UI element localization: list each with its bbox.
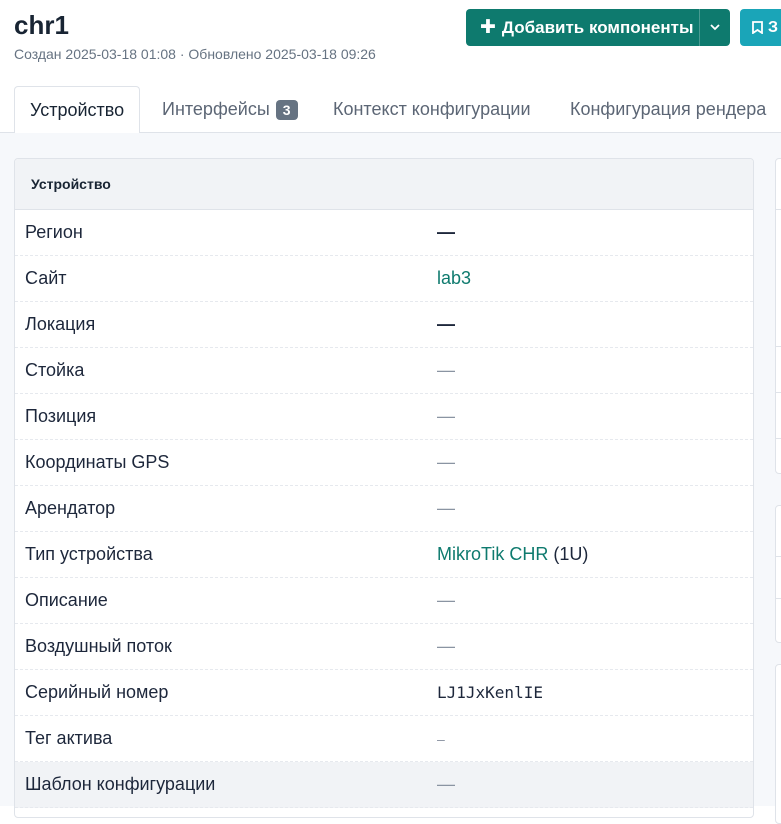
table-row: Стойка —: [15, 348, 753, 394]
tab-interfaces-label: Интерфейсы: [162, 99, 270, 119]
side-card-partial: [775, 158, 781, 474]
row-value: —: [437, 222, 455, 242]
row-value: —: [437, 774, 455, 794]
row-label: Регион: [25, 222, 83, 242]
row-label: Локация: [25, 314, 96, 334]
device-type-link[interactable]: MikroTik CHR: [437, 544, 548, 564]
row-label: Арендатор: [25, 498, 116, 518]
device-card-header: Устройство: [15, 159, 753, 210]
row-label: Серийный номер: [25, 682, 169, 702]
device-card: Устройство Регион — Сайт lab3 Локация — …: [14, 158, 754, 818]
page-title: chr1: [14, 10, 69, 40]
table-row: Воздушный поток —: [15, 624, 753, 670]
row-label: Координаты GPS: [25, 452, 170, 472]
side-card-partial: [775, 664, 781, 824]
serial-number-value: LJ1JxKenlIE: [437, 683, 543, 702]
tab-device[interactable]: Устройство: [14, 86, 141, 134]
bookmark-button[interactable]: З: [740, 9, 781, 46]
table-row: Шаблон конфигурации —: [15, 762, 753, 808]
tab-interfaces[interactable]: Интерфейсы 3: [162, 86, 298, 133]
table-row: Тип устройства MikroTik CHR (1U): [15, 532, 753, 578]
tab-render-config-label: Конфигурация рендера: [570, 99, 767, 119]
tab-render-config[interactable]: Конфигурация рендера: [570, 86, 766, 133]
row-label: Шаблон конфигурации: [25, 774, 216, 794]
device-type-size: (1U): [553, 544, 589, 564]
plus-icon: ✚: [480, 17, 496, 38]
chevron-down-icon[interactable]: [699, 9, 730, 46]
table-row: Описание —: [15, 578, 753, 624]
add-components-button[interactable]: ✚ Добавить компоненты: [466, 9, 730, 46]
row-label: Сайт: [25, 268, 67, 288]
row-value: —: [437, 636, 455, 656]
table-row: Локация —: [15, 302, 753, 348]
row-value: —: [437, 314, 455, 334]
side-card-divider: [776, 438, 781, 439]
tab-bar: Устройство Интерфейсы 3 Контекст конфигу…: [0, 86, 781, 134]
row-label: Стойка: [25, 360, 85, 380]
row-label: Позиция: [25, 406, 97, 426]
side-card-partial: [775, 505, 781, 643]
row-label: Тип устройства: [25, 544, 153, 564]
side-card-divider: [776, 598, 781, 599]
tab-config-context-label: Контекст конфигурации: [333, 99, 531, 119]
row-value: —: [437, 498, 455, 518]
add-components-label: Добавить компоненты: [501, 17, 694, 37]
row-label: Воздушный поток: [25, 636, 172, 656]
site-link[interactable]: lab3: [437, 268, 471, 289]
row-label: Описание: [25, 590, 108, 610]
created-updated-meta: Создан 2025-03-18 01:08 · Обновлено 2025…: [14, 46, 376, 62]
table-row: Регион —: [15, 210, 753, 256]
table-row: Координаты GPS —: [15, 440, 753, 486]
row-value: –: [437, 730, 445, 747]
row-value: —: [437, 452, 455, 472]
row-label: Тег актива: [25, 728, 113, 748]
bookmark-icon: [752, 21, 763, 34]
side-card-divider: [776, 209, 781, 210]
tab-device-label: Устройство: [30, 99, 125, 120]
side-card-divider: [776, 392, 781, 393]
table-row: Арендатор —: [15, 486, 753, 532]
row-value: MikroTik CHR (1U): [437, 544, 588, 565]
row-value: —: [437, 590, 455, 610]
table-row: Позиция —: [15, 394, 753, 440]
row-value: —: [437, 406, 455, 426]
table-row: Серийный номер LJ1JxKenlIE: [15, 670, 753, 716]
table-row: Сайт lab3: [15, 256, 753, 302]
interfaces-count-badge: 3: [275, 99, 298, 120]
side-card-divider: [776, 346, 781, 347]
row-value: —: [437, 360, 455, 380]
side-card-divider: [776, 556, 781, 557]
tab-config-context[interactable]: Контекст конфигурации: [333, 86, 531, 133]
bookmark-label: З: [768, 18, 779, 36]
table-row: Тег актива –: [15, 716, 753, 762]
